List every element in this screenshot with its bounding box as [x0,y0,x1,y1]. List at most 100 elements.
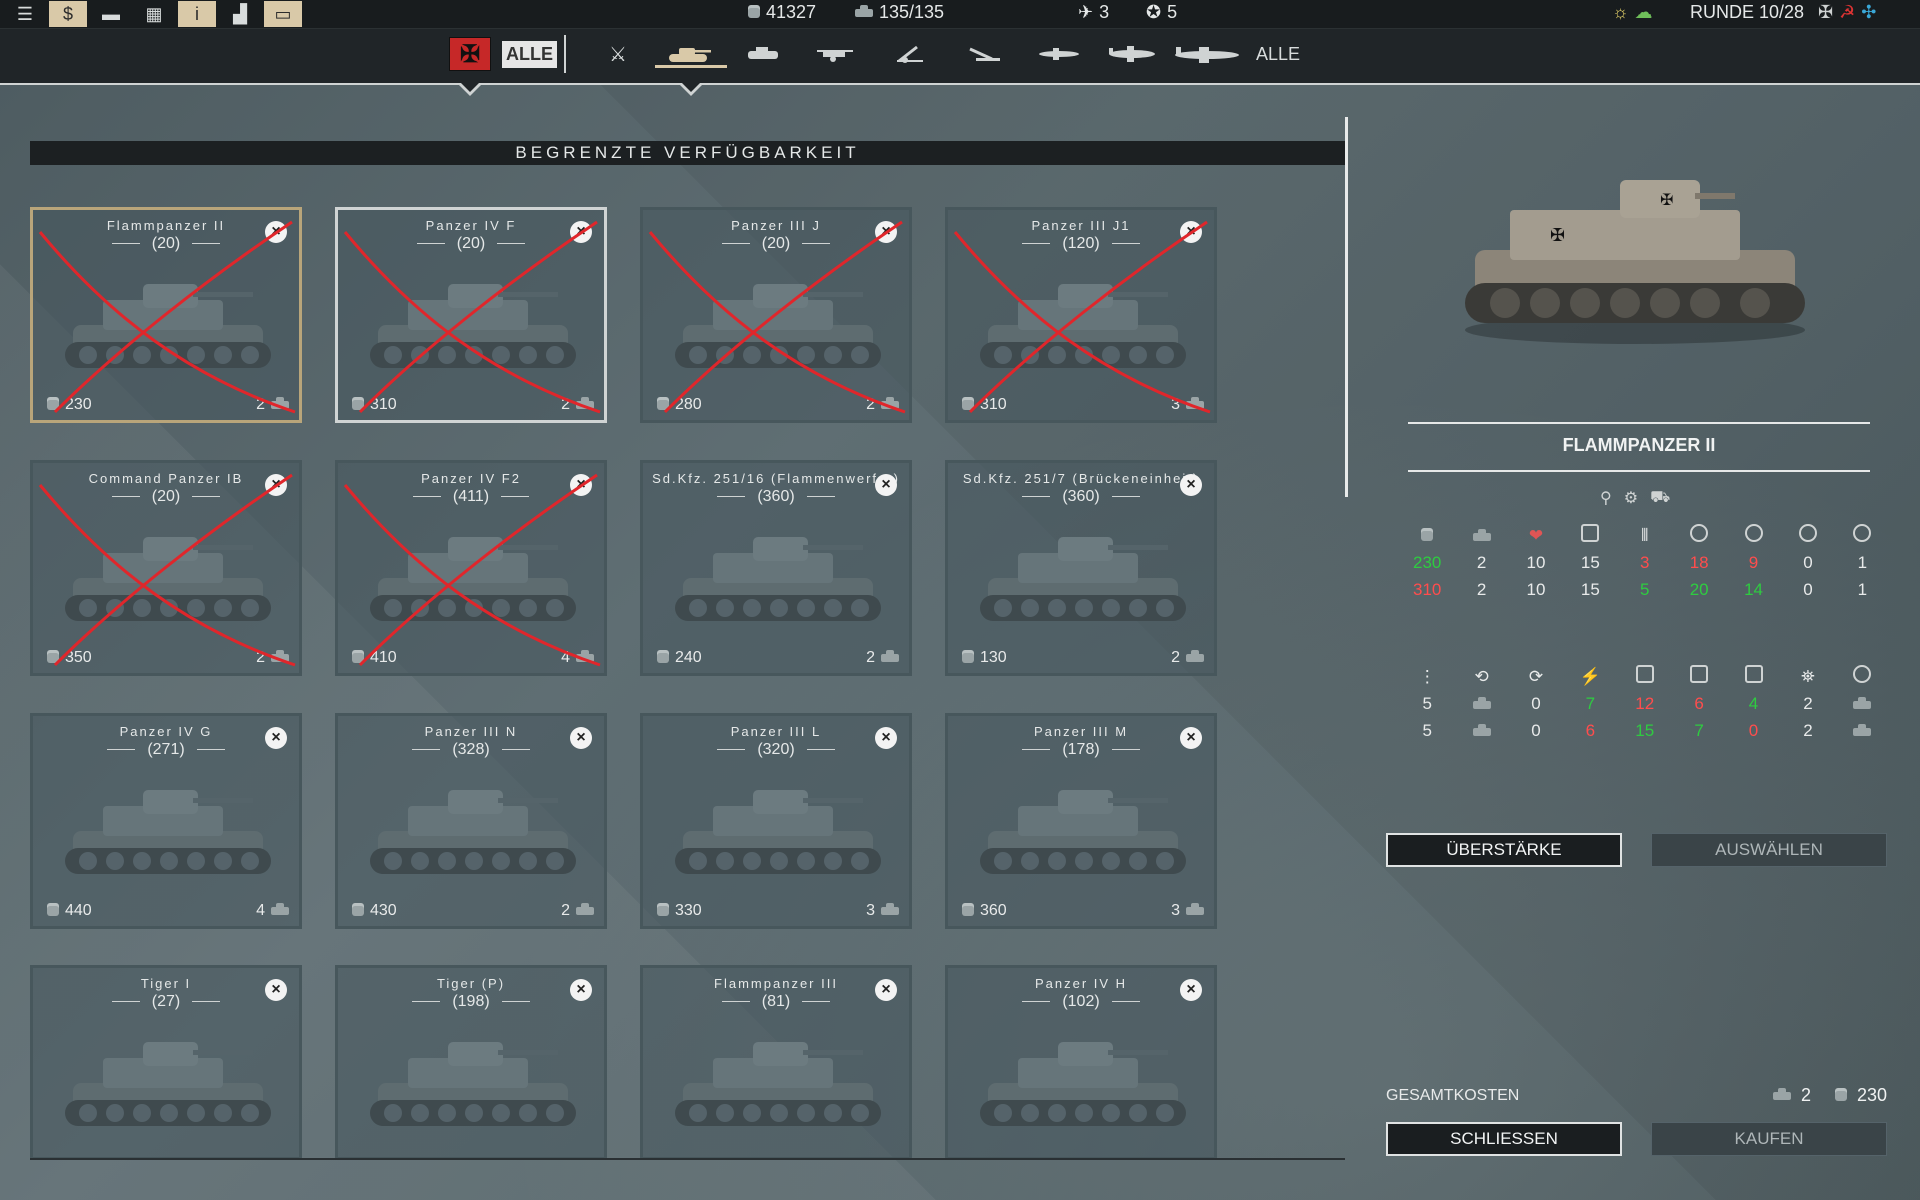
unit-card[interactable]: Flammpanzer II (20) × 230 2 [30,207,302,423]
combat-stats: ❤ ⦀ 230 2 10 15 3 18 9 0 1 310 2 10 15 5 20 14 0 1 [1400,522,1890,603]
close-icon[interactable]: × [265,474,287,496]
strategic-bomber-category[interactable] [1172,35,1242,73]
unit-slots-value: 2 [561,396,570,413]
unit-availability-count: (198) [452,993,490,1010]
tactical-bomber-category[interactable] [1104,35,1160,73]
unit-card[interactable]: Panzer III M (178) × 360 3 [945,713,1217,929]
close-icon[interactable]: × [875,979,897,1001]
close-icon[interactable]: × [265,727,287,749]
stat-value: 5 [1422,720,1432,740]
unit-slots-value: 3 [866,902,875,919]
unit-name: Flammpanzer II [106,218,226,233]
finance-icon[interactable]: $ [49,1,87,27]
artillery-category[interactable] [888,35,932,73]
close-icon[interactable]: × [875,221,897,243]
coins-icon [352,653,364,663]
faction-all-button[interactable]: ALLE [502,35,557,73]
infantry-category[interactable]: ⚔ [598,35,638,73]
unit-cost: 350 [47,649,92,667]
armored-car-category[interactable] [742,35,786,73]
faction-all-label: ALLE [502,40,557,68]
unit-card[interactable]: Tiger I (27) × [30,965,302,1160]
close-icon[interactable]: × [1180,474,1202,496]
stat-value: 4 [1748,693,1759,713]
unit-card[interactable]: Panzer III J1 (120) × 310 3 [945,207,1217,423]
hard-attack-icon [1744,524,1763,542]
unit-slots: 3 [866,902,899,920]
close-icon[interactable]: × [570,979,592,1001]
weather-stat: ☼ ☁ [1612,2,1653,23]
unit-slots-value: 2 [1171,649,1180,666]
movement-icon: ⋮ [1418,666,1436,686]
antitank-category[interactable] [814,35,858,73]
unit-card[interactable]: Command Panzer IB (20) × 350 2 [30,460,302,676]
fighter-category[interactable] [1034,35,1084,73]
allied-icon[interactable]: ✣ [1861,2,1876,23]
unit-card[interactable]: Panzer III N (328) × 430 2 [335,713,607,929]
close-icon[interactable]: × [875,727,897,749]
unit-name: Panzer III J1 [1031,218,1131,233]
close-icon[interactable]: × [875,474,897,496]
unit-card[interactable]: Panzer III J (20) × 280 2 [640,207,912,423]
menu-icon[interactable]: ☰ [6,1,44,27]
artillery-icon [897,45,923,63]
unit-name: Panzer IV H [1034,976,1128,991]
coins-icon [47,653,59,663]
unit-card[interactable]: Flammpanzer III (81) × [640,965,912,1160]
unit-slots-value: 3 [1171,396,1180,413]
antiair-category[interactable] [962,35,1006,73]
unit-card[interactable]: Tiger (P) (198) × [335,965,607,1160]
unit-slots: 2 [1171,649,1204,667]
soviet-icon[interactable]: ☭ [1839,2,1855,23]
unit-name: Panzer III N [424,724,518,739]
slots-icon [1472,528,1491,541]
svg-text:✠: ✠ [1660,190,1673,209]
select-button[interactable]: AUSWÄHLEN [1651,833,1887,867]
panel-scrollbar[interactable] [1345,117,1348,497]
stat-value: 0 [1531,720,1541,740]
close-icon[interactable]: × [570,474,592,496]
combat-stats-icons: ❤ ⦀ [1400,522,1890,549]
unit-card[interactable]: Panzer IV H (102) × [945,965,1217,1160]
close-icon[interactable]: × [570,221,592,243]
info-icon[interactable]: i [178,1,216,27]
unit-card[interactable]: Panzer IV F2 (411) × 410 4 [335,460,607,676]
chat-icon[interactable]: ▬ [92,1,130,27]
tank-icon [271,397,289,409]
infantry-type-icon: ⚲ [1600,490,1612,507]
total-slots-value: 2 [1800,1085,1811,1105]
close-icon[interactable]: × [1180,979,1202,1001]
air-defense-icon [1744,665,1763,683]
buy-button[interactable]: KAUFEN [1651,1122,1887,1156]
limited-availability-banner: BEGRENZTE VERFÜGBARKEIT [30,141,1345,165]
screen-icon[interactable]: ▭ [264,1,302,27]
stats-icon[interactable]: ▟ [221,1,259,27]
close-icon[interactable]: × [1180,727,1202,749]
unit-name: Panzer III M [1033,724,1129,739]
all-units-label: ALLE [1255,43,1301,64]
unit-card[interactable]: Panzer III L (320) × 330 3 [640,713,912,929]
fighter-icon [1039,48,1079,60]
all-units-category[interactable]: ALLE [1256,35,1300,73]
total-cost-value: 230 [1856,1085,1887,1105]
grid-bottom-divider [30,1158,1345,1160]
svg-text:✠: ✠ [1550,225,1565,246]
unit-card[interactable]: Panzer IV F (20) × 310 2 [335,207,607,423]
stat-value: 5 [1640,579,1650,599]
close-button[interactable]: SCHLIESSEN [1386,1122,1622,1156]
unit-cost: 430 [352,902,397,920]
close-icon[interactable]: × [1180,221,1202,243]
close-icon[interactable]: × [265,979,287,1001]
unit-card[interactable]: Panzer IV G (271) × 440 4 [30,713,302,929]
stat-value [1454,721,1508,741]
close-icon[interactable]: × [265,221,287,243]
grid-icon[interactable]: ▦ [135,1,173,27]
iron-cross-icon: ✠ [449,37,491,71]
german-cross-icon[interactable]: ✠ [1818,2,1833,23]
unit-availability: (120) [948,235,1214,253]
germany-flag-button[interactable]: ✠ [449,35,491,73]
overstrength-button[interactable]: ÜBERSTÄRKE [1386,833,1622,867]
unit-card[interactable]: Sd.Kfz. 251/16 (Flammenwerfer) (360) × 240 2 [640,460,912,676]
unit-card[interactable]: Sd.Kfz. 251/7 (Brückeneinheit) (360) × 130 2 [945,460,1217,676]
close-icon[interactable]: × [570,727,592,749]
